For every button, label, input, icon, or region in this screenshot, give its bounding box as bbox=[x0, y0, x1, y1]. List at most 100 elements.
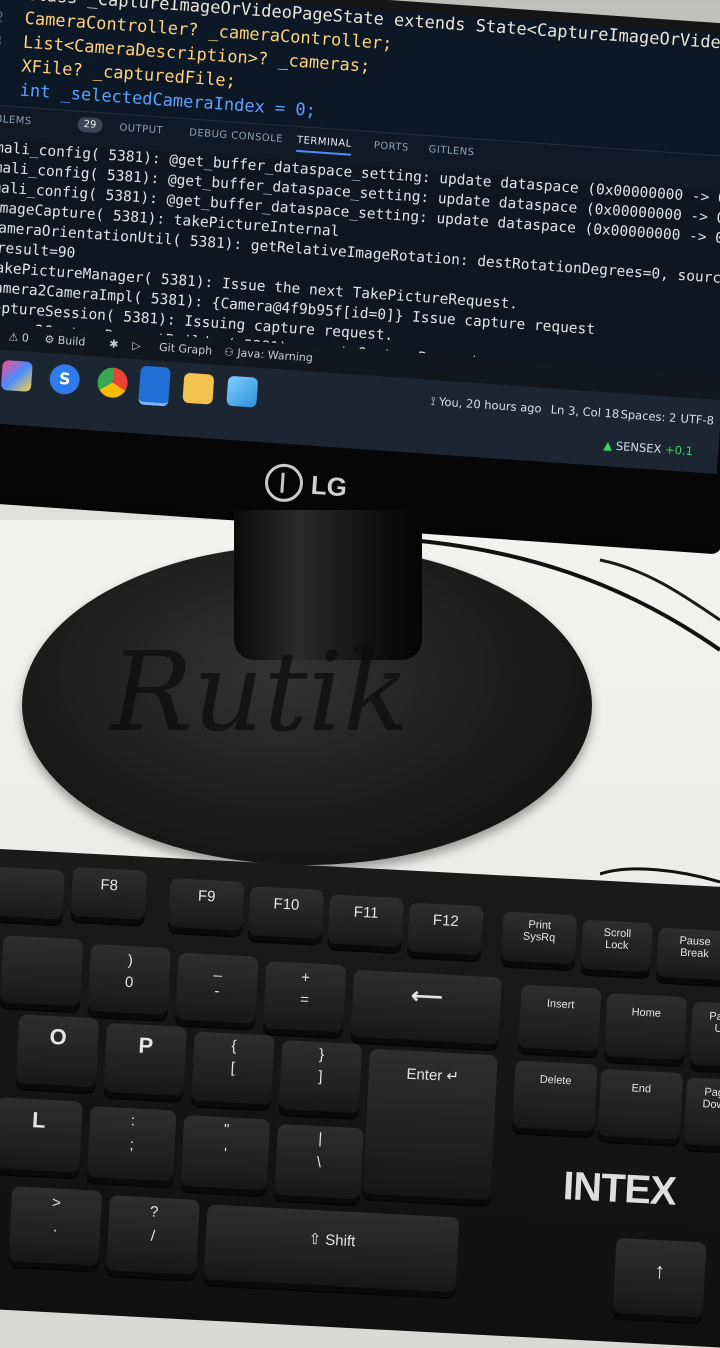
key-print-sysrq[interactable]: Print SysRq bbox=[500, 911, 578, 970]
key-f12[interactable]: F12 bbox=[406, 902, 484, 961]
java-status-label: Java: Warning bbox=[236, 346, 314, 365]
key-backslash[interactable]: | \ bbox=[273, 1123, 364, 1205]
key-backspace[interactable]: ⟵ bbox=[350, 969, 502, 1050]
build-label: Build bbox=[57, 333, 86, 349]
scrawl-text: Rutik bbox=[108, 628, 410, 756]
key-minus[interactable]: _ - bbox=[175, 952, 259, 1029]
tab-terminal[interactable]: TERMINAL bbox=[296, 134, 353, 156]
file-explorer-icon[interactable] bbox=[182, 372, 215, 405]
key-f8[interactable]: F8 bbox=[70, 866, 148, 925]
tab-output[interactable]: OUTPUT bbox=[119, 123, 163, 137]
tab-ports[interactable]: PORTS bbox=[373, 140, 409, 153]
key-label: Enter ↵ bbox=[406, 1065, 460, 1086]
indent-spaces[interactable]: Spaces: 2 bbox=[620, 407, 677, 425]
key-label: Scroll Lock bbox=[603, 926, 632, 953]
java-status-button[interactable]: ⚇ Java: Warning bbox=[224, 345, 314, 364]
key-enter[interactable]: Enter ↵ bbox=[362, 1048, 498, 1206]
key-label: F12 bbox=[432, 911, 460, 931]
key-label: 0 bbox=[124, 973, 134, 992]
stock-ticker[interactable]: ▲ SENSEX +0.1 bbox=[603, 438, 693, 458]
key-period[interactable]: > . bbox=[8, 1186, 103, 1271]
git-blame-label: You, 20 hours ago bbox=[438, 394, 543, 416]
key-label: Insert bbox=[546, 997, 575, 1012]
key-end[interactable]: End bbox=[597, 1068, 684, 1146]
key-p[interactable]: P bbox=[103, 1022, 187, 1101]
key-scroll-lock[interactable]: Scroll Lock bbox=[580, 919, 653, 978]
key-slash[interactable]: ? / bbox=[105, 1195, 200, 1280]
warning-icon[interactable]: ⚠ 0 bbox=[8, 330, 29, 344]
cursor-position[interactable]: Ln 3, Col 18 bbox=[550, 402, 619, 421]
lg-logo: LG bbox=[263, 462, 406, 517]
key-home[interactable]: Home bbox=[603, 993, 688, 1066]
line-number: 21 bbox=[0, 0, 27, 4]
key-label: ' bbox=[223, 1145, 228, 1163]
lg-face-icon bbox=[263, 462, 305, 504]
key-label-top: " bbox=[223, 1121, 230, 1139]
keyboard-brand-logo: INTEX bbox=[561, 1164, 677, 1214]
vscode-icon[interactable] bbox=[138, 365, 171, 407]
key-insert[interactable]: Insert bbox=[518, 984, 602, 1057]
tab-problems[interactable]: ROBLEMS bbox=[0, 113, 32, 128]
key-label-top: | bbox=[317, 1130, 323, 1148]
debug-icon[interactable]: ✱ bbox=[109, 337, 119, 351]
key-label: L bbox=[31, 1107, 47, 1133]
key-label: = bbox=[299, 990, 310, 1009]
key-label-top: { bbox=[231, 1037, 237, 1055]
lg-logo-text: LG bbox=[309, 469, 349, 503]
key-right-shift[interactable]: ⇧ Shift bbox=[203, 1204, 460, 1298]
build-button[interactable]: ⚙ Build bbox=[44, 333, 86, 349]
monitor-bezel: 21class _CaptureImageOrVideoPageState ex… bbox=[0, 0, 720, 555]
key-page-up[interactable]: Page Up bbox=[689, 1001, 720, 1073]
key-quote[interactable]: " ' bbox=[180, 1115, 271, 1196]
key-9[interactable] bbox=[0, 935, 84, 1012]
key-label: O bbox=[49, 1023, 68, 1050]
run-icon[interactable]: ▷ bbox=[132, 339, 141, 353]
key-label-top: _ bbox=[213, 960, 223, 978]
key-f9[interactable]: F9 bbox=[167, 878, 245, 936]
key-label: F11 bbox=[353, 903, 379, 922]
key-equals[interactable]: + = bbox=[262, 961, 347, 1038]
key-label: Home bbox=[631, 1006, 662, 1020]
key-label-top: : bbox=[130, 1112, 136, 1130]
key-label-top: ) bbox=[127, 951, 134, 970]
ticker-name: SENSEX bbox=[615, 438, 662, 457]
key-delete[interactable]: Delete bbox=[511, 1060, 598, 1137]
key-label: P bbox=[137, 1032, 154, 1059]
key-label: [ bbox=[230, 1059, 236, 1077]
key-label: Page Down bbox=[702, 1086, 720, 1112]
key-arrow-up[interactable]: ↑ bbox=[612, 1237, 707, 1323]
tab-gitlens[interactable]: GITLENS bbox=[428, 144, 475, 158]
key-pause-break[interactable]: Pause Break bbox=[655, 927, 720, 986]
line-number: 22 bbox=[0, 9, 5, 27]
key-label: Print SysRq bbox=[522, 918, 556, 945]
key-f7[interactable] bbox=[0, 866, 65, 925]
tab-debug-console[interactable]: DEBUG CONSOLE bbox=[189, 127, 284, 145]
monitor: 21class _CaptureImageOrVideoPageState ex… bbox=[0, 0, 720, 555]
app-icon[interactable] bbox=[226, 375, 259, 408]
key-f11[interactable]: F11 bbox=[327, 894, 404, 953]
git-graph-button[interactable]: Git Graph bbox=[159, 341, 213, 358]
key-bracket-close[interactable]: } ] bbox=[278, 1040, 363, 1119]
key-label: F10 bbox=[273, 895, 300, 914]
encoding[interactable]: UTF-8 bbox=[680, 411, 714, 427]
key-label-top: > bbox=[51, 1194, 62, 1212]
key-label: F9 bbox=[197, 887, 216, 906]
skype-icon[interactable]: S bbox=[48, 363, 81, 396]
chrome-icon[interactable] bbox=[96, 366, 129, 399]
key-page-down[interactable]: Page Down bbox=[683, 1077, 720, 1153]
line-number: 23 bbox=[0, 32, 3, 51]
key-label: End bbox=[631, 1082, 652, 1096]
key-label: F8 bbox=[100, 876, 119, 895]
key-f10[interactable]: F10 bbox=[247, 886, 325, 945]
key-bracket-open[interactable]: { [ bbox=[190, 1031, 275, 1110]
key-label: . bbox=[52, 1218, 58, 1236]
base-scrawl: Rutik bbox=[108, 628, 410, 756]
key-l[interactable]: L bbox=[0, 1097, 83, 1178]
key-semicolon[interactable]: : ; bbox=[86, 1106, 177, 1187]
key-o[interactable]: O bbox=[15, 1014, 100, 1093]
git-blame-status[interactable]: ⟟ You, 20 hours ago bbox=[431, 394, 543, 417]
line-number: 24 bbox=[0, 57, 22, 76]
key-label: \ bbox=[316, 1154, 322, 1172]
key-0[interactable]: ) 0 bbox=[87, 943, 172, 1021]
copilot-icon[interactable] bbox=[0, 359, 33, 392]
